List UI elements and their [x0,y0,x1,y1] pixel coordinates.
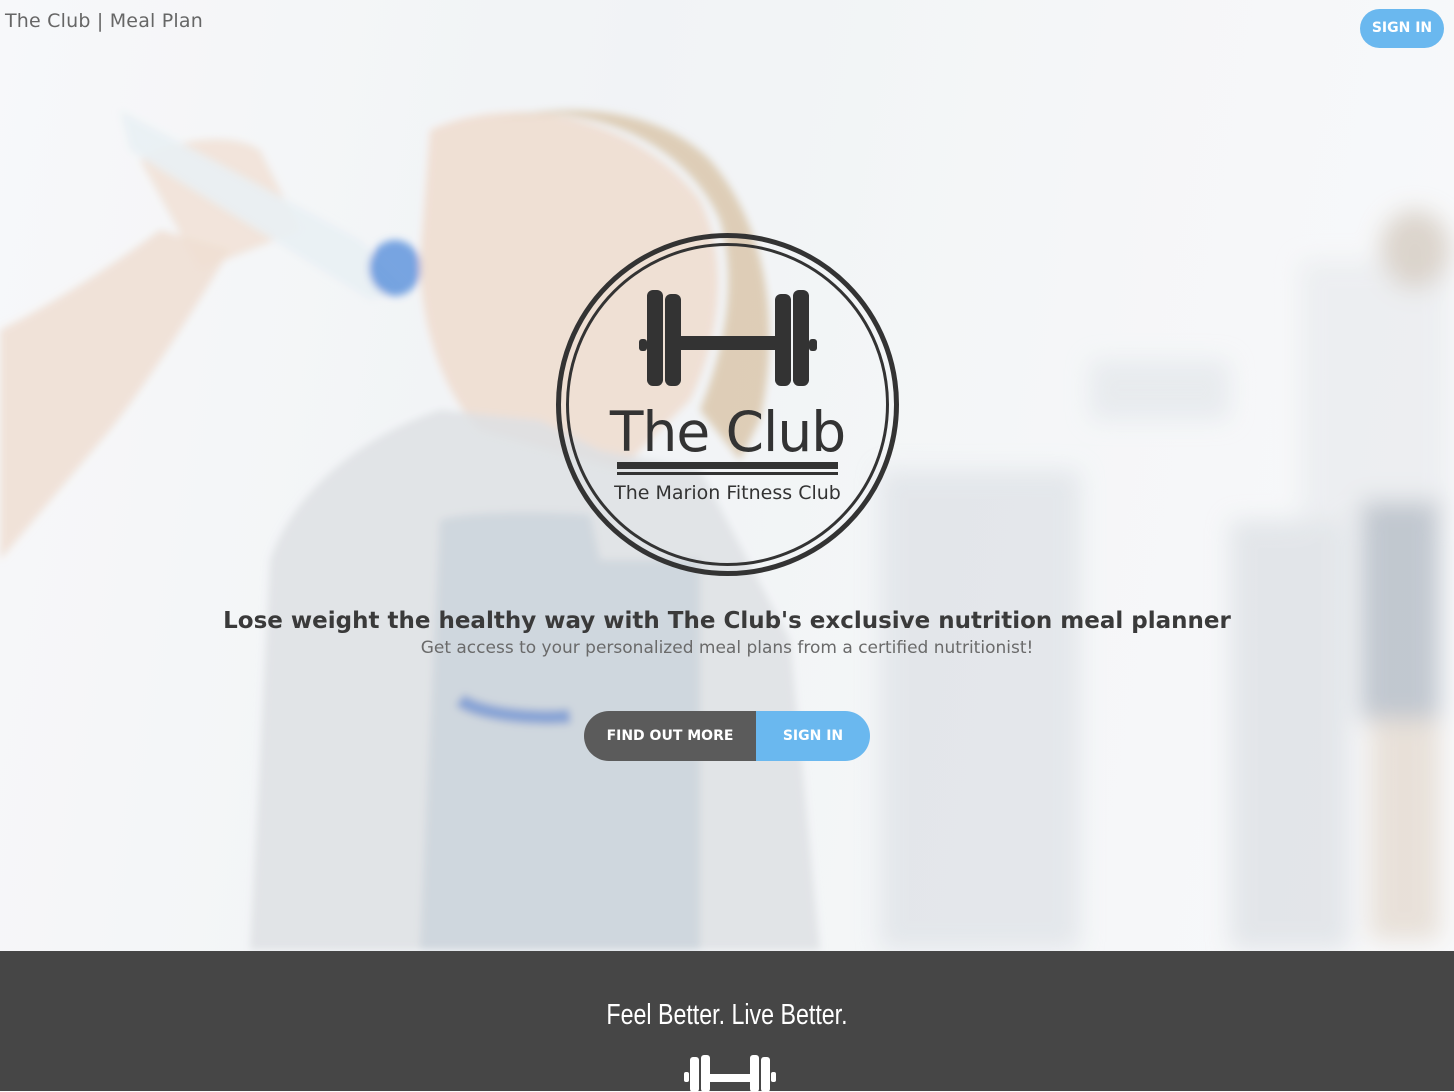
hero-subheadline: Get access to your personalized meal pla… [420,638,1034,658]
tagline: Feel Better. Live Better. [606,999,848,1031]
find-out-more-button[interactable]: FIND OUT MORE [584,711,756,761]
hero-cta-group: FIND OUT MORE SIGN IN [584,711,870,761]
dumbbell-icon [639,290,817,386]
dumbbell-icon [684,1055,776,1092]
tagline-band: Feel Better. Live Better. [0,951,1454,1092]
logo-title: The Club [609,400,846,464]
logo-subtitle: The Marion Fitness Club [614,482,841,504]
header-sign-in-button[interactable]: SIGN IN [1360,9,1444,48]
site-brand[interactable]: The Club | Meal Plan [5,10,203,32]
hero-section: The Club | Meal Plan SIGN IN The Club Th… [0,0,1454,951]
hero-sign-in-button[interactable]: SIGN IN [756,711,870,761]
hero-headline: Lose weight the healthy way with The Clu… [223,608,1231,634]
